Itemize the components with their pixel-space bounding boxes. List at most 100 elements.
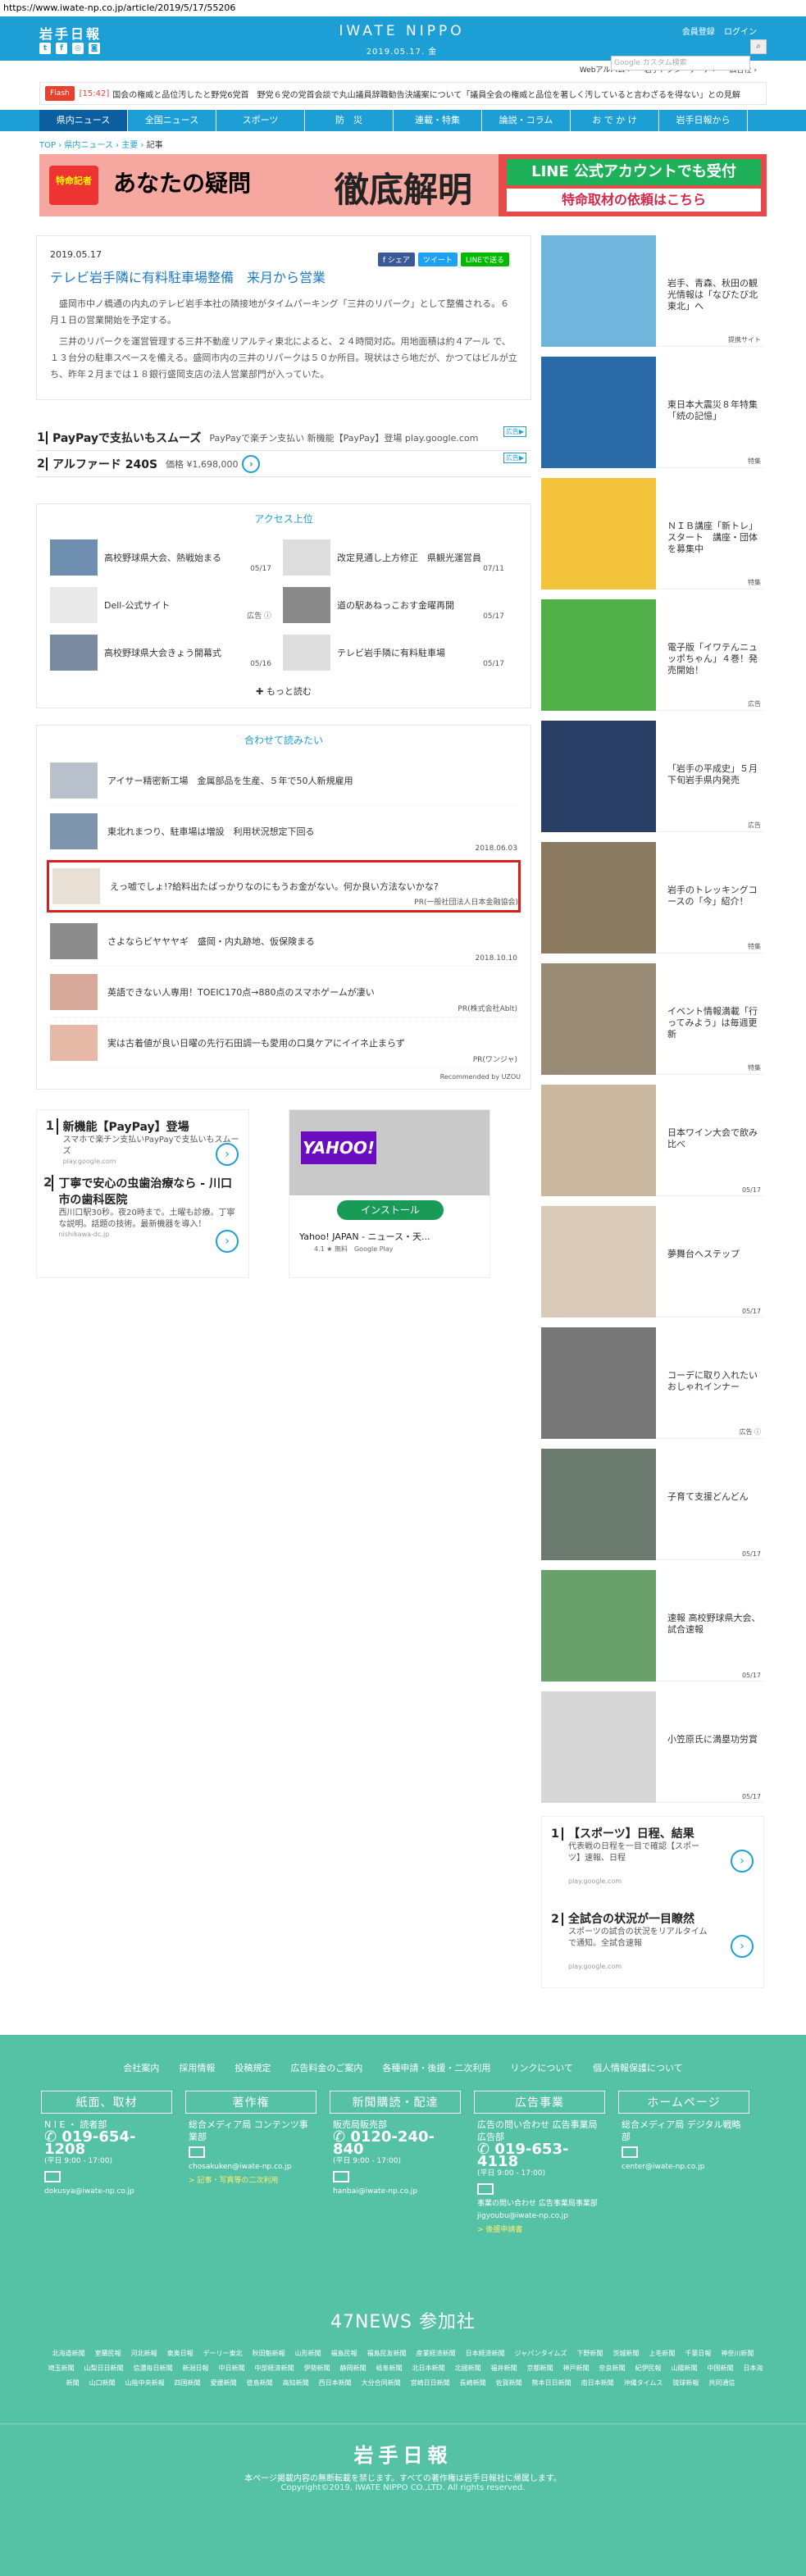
ad-tag[interactable]: 広告▶	[503, 426, 526, 437]
item-title[interactable]: えっ嘘でしょ!?給料出たばっかりなのにもうお金がない。何か良い方法ないかな?	[110, 880, 439, 893]
chevron-right-icon[interactable]: ›	[731, 1935, 754, 1958]
partner-paper-link[interactable]: 福井新聞	[491, 2364, 517, 2372]
contact-heading[interactable]: 広告事業	[474, 2091, 605, 2114]
sidebar-thumbnail[interactable]	[541, 357, 656, 468]
nav-disaster[interactable]: 防 災	[305, 110, 394, 131]
partner-paper-link[interactable]: 静岡新聞	[340, 2364, 367, 2372]
ranking-item[interactable]: 高校野球県大会、熱戦始まる 05/17	[50, 534, 283, 581]
sidebar-thumbnail[interactable]	[541, 1449, 656, 1560]
sidebar-item[interactable]: 小笠原氏に満塁功労賞 05/17	[541, 1691, 764, 1803]
sidebar-thumbnail[interactable]	[541, 1570, 656, 1682]
partner-paper-link[interactable]: 伊勢新聞	[304, 2364, 330, 2372]
sidebar-thumbnail[interactable]	[541, 963, 656, 1075]
phone-number[interactable]: ✆ 019-653-4118	[477, 2142, 602, 2169]
item-title[interactable]: Dell-公式サイト	[104, 598, 170, 612]
partner-paper-link[interactable]: 山形新聞	[295, 2350, 321, 2357]
sidebar-item[interactable]: イベント情報満載「行ってみよう」は毎週更新 特集	[541, 963, 764, 1075]
mail-icon[interactable]	[333, 2171, 349, 2182]
footer-link[interactable]: 個人情報保護について	[593, 2063, 683, 2073]
partner-paper-link[interactable]: ジャパンタイムズ	[515, 2350, 567, 2357]
partner-paper-link[interactable]: 高知新聞	[283, 2379, 309, 2387]
sidebar-thumbnail[interactable]	[541, 1327, 656, 1439]
tweet-button[interactable]: ツイート	[417, 253, 458, 266]
ad-title[interactable]: 丁寧で安心の虫歯治療なら - 川口市の歯科医院	[58, 1175, 242, 1208]
recommend-item[interactable]: 東北れまつり、駐車場は増設 利用状況想定下回る 2018.06.03	[50, 806, 517, 857]
sidebar-item[interactable]: 電子版「イワテんニュッポちゃん」４巻！発売開始！ 広告	[541, 599, 764, 711]
sidebar-item[interactable]: 東日本大震災８年特集「続の記憶」 特集	[541, 357, 764, 468]
brand-title[interactable]: IWATE NIPPO	[328, 23, 476, 39]
partner-paper-link[interactable]: 共同通信	[708, 2379, 735, 2387]
sidebar-item-title[interactable]: 子育て支援どんどん	[667, 1491, 764, 1503]
sidebar-item[interactable]: 「岩手の平成史」５月下旬岩手県内発売 広告	[541, 721, 764, 832]
text-ad-row[interactable]: 1 PayPayで支払いもスムーズ PayPayで楽チン支払い 新機能【PayPay…	[36, 425, 531, 451]
chevron-right-icon[interactable]: ›	[216, 1230, 239, 1253]
item-title[interactable]: 道の駅あねっこおす金曜再開	[337, 598, 454, 612]
app-ad[interactable]: YAHOO! インストール Yahoo! JAPAN - ニュース・天... 4…	[289, 1109, 490, 1278]
sidebar-item-title[interactable]: 日本ワイン大会で飲み比べ	[667, 1127, 764, 1150]
partner-paper-link[interactable]: 紀伊民報	[635, 2364, 662, 2372]
sidebar-item-title[interactable]: 速報 高校野球県大会、試合速報	[667, 1613, 764, 1636]
partner-paper-link[interactable]: 山陰中央新報	[125, 2379, 165, 2387]
partner-paper-link[interactable]: 秋田魁新報	[253, 2350, 285, 2357]
mail-icon[interactable]	[44, 2171, 61, 2182]
sidebar-ad-row[interactable]: 2 全試合の状況が一目瞭然 スポーツの試合の状況をリアルタイムで通知。全試合速報 pl…	[542, 1902, 763, 1987]
nav-national[interactable]: 全国ニュース	[128, 110, 216, 131]
sidebar-item[interactable]: 夢舞台へステップ 05/17	[541, 1206, 764, 1318]
register-link[interactable]: 会員登録	[682, 28, 715, 37]
partner-paper-link[interactable]: 信濃毎日新聞	[134, 2364, 173, 2372]
chevron-right-icon[interactable]: ›	[216, 1143, 239, 1166]
sidebar-thumbnail[interactable]	[541, 1085, 656, 1196]
email[interactable]: 事業の問い合わせ 広告事業局事業部 jigyoubu@iwate-np.co.j…	[477, 2198, 602, 2223]
partner-paper-link[interactable]: デーリー東北	[203, 2350, 243, 2357]
recommend-item-highlighted[interactable]: えっ嘘でしょ!?給料出たばっかりなのにもうお金がない。何か良い方法ないかな? PR…	[47, 860, 521, 913]
partner-paper-link[interactable]: 山陽新聞	[672, 2364, 698, 2372]
sidebar-item[interactable]: 子育て支援どんどん 05/17	[541, 1449, 764, 1560]
email[interactable]: dokusya@iwate-np.co.jp	[44, 2186, 169, 2198]
partner-paper-link[interactable]: 山口新聞	[89, 2379, 116, 2387]
sidebar-item[interactable]: ＮＩＢ講座「新トレ」スタート 講座・団体を募集中 特集	[541, 478, 764, 589]
partner-paper-link[interactable]: 神奈川新聞	[721, 2350, 754, 2357]
footer-link[interactable]: 投稿規定	[235, 2063, 271, 2073]
partner-paper-link[interactable]: 沖縄タイムス	[624, 2379, 663, 2387]
more-button[interactable]: ✚ もっと読む	[37, 676, 531, 708]
facebook-share-button[interactable]: f シェア	[377, 253, 415, 266]
partner-paper-link[interactable]: 宮崎日日新聞	[411, 2379, 450, 2387]
partner-paper-link[interactable]: 中日新聞	[219, 2364, 245, 2372]
chevron-right-icon[interactable]: ›	[731, 1850, 754, 1873]
sidebar-item-title[interactable]: イベント情報満載「行ってみよう」は毎週更新	[667, 1006, 764, 1040]
item-title[interactable]: 英語できない人専用！TOEIC170点→880点のスマホゲームが凄い	[107, 985, 375, 999]
partner-paper-link[interactable]: 佐賀新聞	[496, 2379, 522, 2387]
footer-link[interactable]: 各種申請・後援・二次利用	[382, 2063, 490, 2073]
contact-link[interactable]: > 記事・写真等の二次利用	[189, 2175, 313, 2187]
ranking-item[interactable]: 改定見通し上方修正 県観光運営員 07/11	[283, 534, 516, 581]
partner-paper-link[interactable]: 福島民友新聞	[367, 2350, 407, 2357]
search-input[interactable]: Google カスタム検索	[611, 56, 750, 71]
footer-link[interactable]: 採用情報	[179, 2063, 215, 2073]
partner-paper-link[interactable]: 中部経済新聞	[255, 2364, 294, 2372]
partner-paper-link[interactable]: 西日本新聞	[319, 2379, 352, 2387]
partner-paper-link[interactable]: 奈良新聞	[599, 2364, 626, 2372]
ad-title[interactable]: 新機能【PayPay】登場	[63, 1118, 242, 1135]
sidebar-item[interactable]: 岩手のトレッキングコースの「今」紹介！ 特集	[541, 842, 764, 953]
sidebar-item-title[interactable]: 岩手、青森、秋田の観光情報は「なびたび北東北」へ	[667, 278, 764, 312]
sidebar-item[interactable]: 速報 高校野球県大会、試合速報 05/17	[541, 1570, 764, 1682]
sidebar-item-title[interactable]: 小笠原氏に満塁功労賞	[667, 1734, 764, 1745]
sidebar-thumbnail[interactable]	[541, 721, 656, 832]
partner-paper-link[interactable]: 茨城新聞	[612, 2350, 639, 2357]
email[interactable]: hanbai@iwate-np.co.jp	[333, 2186, 458, 2198]
partner-paper-link[interactable]: 愛媛新聞	[211, 2379, 237, 2387]
partner-paper-link[interactable]: 日本経済新聞	[466, 2350, 505, 2357]
sidebar-thumbnail[interactable]	[541, 1691, 656, 1803]
item-title[interactable]: 高校野球県大会、熱戦始まる	[104, 551, 221, 564]
ticker-text[interactable]: 国会の権威と品位汚したと野党6党首 野党６党の党首会談で丸山議員辞職勧告決議案に…	[112, 88, 766, 100]
item-title[interactable]: さよならビヤヤヤギ 盛岡・内丸跡地、仮保険まる	[107, 935, 315, 948]
contact-link[interactable]: > 後援申請書	[477, 2224, 602, 2237]
partner-paper-link[interactable]: 神戸新聞	[563, 2364, 590, 2372]
instagram-icon[interactable]: ◙	[89, 43, 100, 54]
partner-paper-link[interactable]: 福島民報	[331, 2350, 357, 2357]
sidebar-item-title[interactable]: コーデに取り入れたいおしゃれインナー	[667, 1370, 764, 1393]
item-title[interactable]: アイサー精密新工場 金属部品を生産、５年で50人新規雇用	[107, 774, 353, 787]
partner-paper-link[interactable]: 岐阜新聞	[376, 2364, 403, 2372]
nav-from[interactable]: 岩手日報から	[659, 110, 748, 131]
twitter-icon[interactable]: t	[39, 43, 51, 54]
